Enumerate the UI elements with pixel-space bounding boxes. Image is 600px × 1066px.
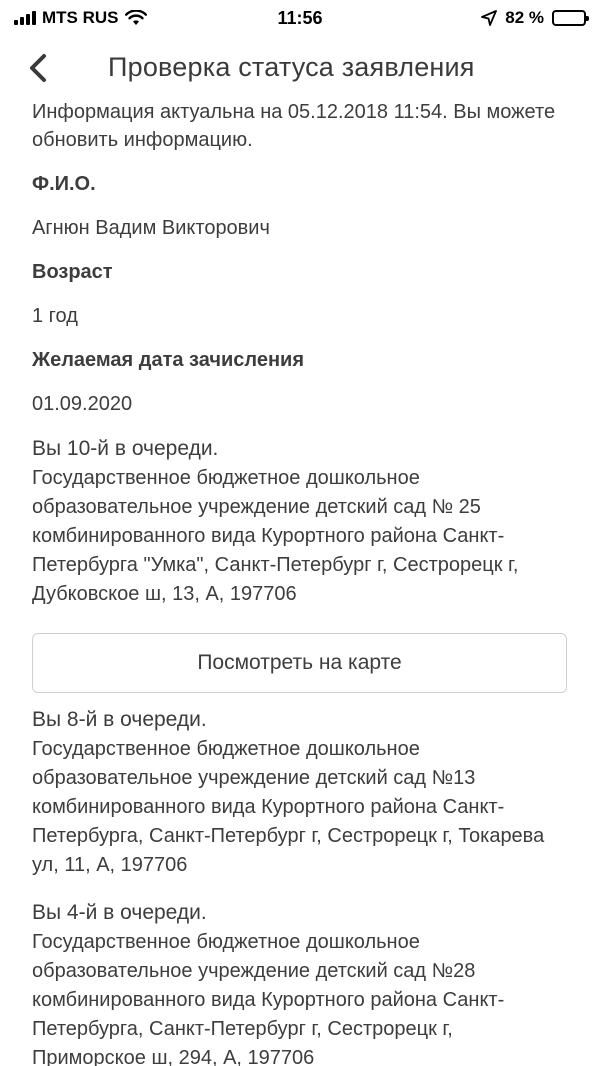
kindergarten-address: Государственное бюджетное дошкольное обр…	[32, 931, 505, 1066]
kindergarten-address: Государственное бюджетное дошкольное обр…	[32, 467, 519, 605]
back-button[interactable]	[18, 46, 58, 90]
status-right: 82 %	[481, 8, 589, 28]
fio-value: Агнюн Вадим Викторович	[32, 217, 270, 239]
chevron-left-icon	[30, 54, 46, 82]
info-actuality-text: Информация актуальна на 05.12.2018 11:54…	[32, 101, 556, 151]
status-left: MTS RUS	[14, 8, 147, 28]
age-value: 1 год	[32, 305, 78, 327]
status-bar: MTS RUS 11:56 82 %	[0, 0, 600, 36]
nav-header: Проверка статуса заявления	[0, 40, 600, 96]
battery-icon	[552, 10, 589, 26]
queue-item: Вы 10-й в очереди. Государственное бюдже…	[32, 434, 572, 609]
location-arrow-icon	[481, 10, 498, 26]
queue-item: Вы 8-й в очереди. Государственное бюджет…	[32, 705, 572, 880]
fio-label: Ф.И.О.	[32, 173, 96, 195]
queue-item: Вы 4-й в очереди. Государственное бюджет…	[32, 898, 572, 1066]
desired-date-value: 01.09.2020	[32, 393, 133, 415]
kindergarten-address: Государственное бюджетное дошкольное обр…	[32, 738, 545, 876]
carrier-name: MTS RUS	[42, 8, 119, 27]
queue-position: Вы 10-й в очереди.	[32, 437, 219, 460]
age-label: Возраст	[32, 261, 113, 283]
queue-position: Вы 8-й в очереди.	[32, 708, 207, 731]
application-status-content: Информация актуальна на 05.12.2018 11:54…	[32, 98, 572, 1066]
view-on-map-button[interactable]: Посмотреть на карте	[32, 633, 567, 693]
queue-position: Вы 4-й в очереди.	[32, 901, 207, 924]
signal-bars-icon	[14, 11, 36, 25]
desired-date-label: Желаемая дата зачисления	[32, 349, 305, 371]
wifi-icon	[124, 10, 147, 25]
page-title: Проверка статуса заявления	[108, 52, 475, 82]
battery-percent: 82 %	[505, 8, 544, 27]
screen: MTS RUS 11:56 82 % Проверка статуса заяв…	[0, 0, 600, 1066]
